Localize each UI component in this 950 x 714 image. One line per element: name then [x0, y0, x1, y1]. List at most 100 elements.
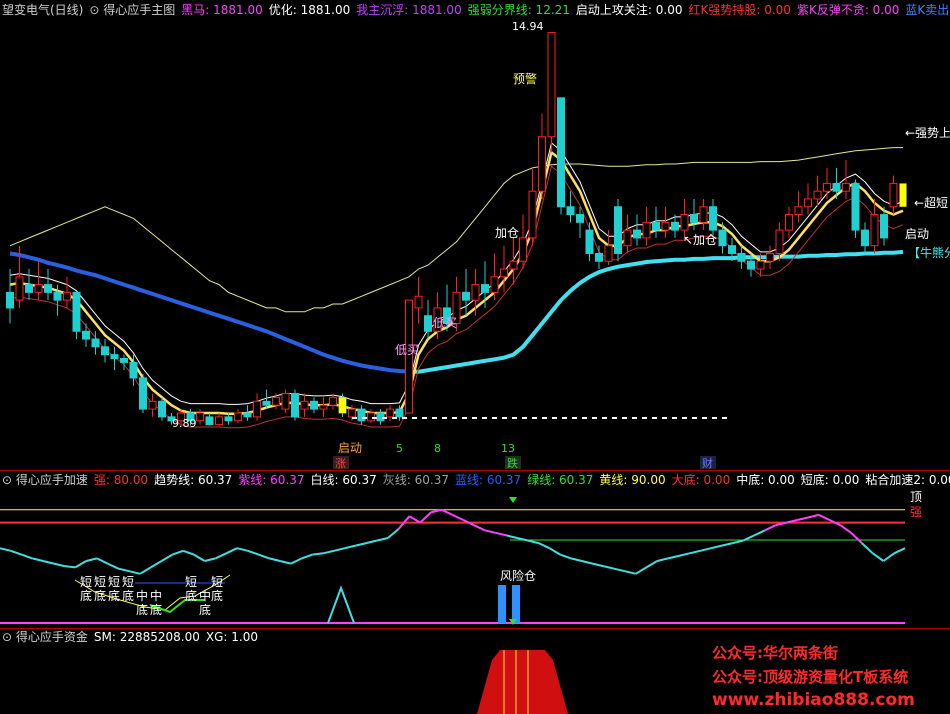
candle-body	[642, 221, 651, 239]
strong-line-label: 强	[910, 505, 922, 519]
candle-body	[471, 284, 480, 301]
candle-body	[509, 260, 518, 270]
accel-segment	[312, 552, 324, 556]
candle-body	[367, 412, 375, 422]
bottom-marker-text: 底	[108, 588, 120, 603]
candle-body	[699, 206, 708, 223]
bottom-marker-text: 短	[211, 575, 223, 589]
count-5-label: 5	[396, 442, 403, 455]
candle-body	[139, 377, 147, 410]
bottom-marker-text: 底	[185, 588, 197, 603]
rise-tag: 涨	[335, 457, 346, 470]
candle-body	[44, 284, 52, 293]
candle-body	[870, 214, 879, 247]
header-item: 白线: 60.37	[311, 472, 377, 487]
candle-body	[519, 237, 527, 262]
bottom-marker-text: 短	[108, 575, 120, 589]
candle-body	[851, 182, 860, 231]
candle-body	[718, 229, 727, 247]
candle-body	[395, 408, 404, 418]
candle-body	[120, 358, 128, 363]
candle-body	[490, 276, 499, 293]
accel-panel-header: ⊙ 得心应手加速 强: 80.00 趋势线: 60.37 紫线: 60.37 白线: 6…	[2, 472, 950, 487]
bottom-marker-text: 底	[199, 602, 211, 617]
header-item: 蓝线: 60.37	[455, 473, 521, 487]
candle-body	[690, 214, 698, 223]
header-item: 灰线: 60.37	[383, 473, 449, 487]
candle-body	[576, 214, 584, 223]
candle-body	[414, 295, 423, 309]
candle-body	[148, 400, 157, 410]
candle-body	[53, 291, 62, 301]
header-item: ⊙ 得心应手主图	[89, 2, 175, 17]
start-label-2: 启动	[905, 227, 929, 241]
risk-bar	[498, 585, 506, 623]
header-item: ⊙ 得心应手加速	[2, 472, 88, 487]
candle-body	[633, 229, 641, 239]
chart-canvas: 望变电气(日线) ⊙ 得心应手主图 黑马: 1881.00 优化: 1881.00 我主…	[0, 0, 950, 714]
candle-body	[585, 229, 594, 254]
candle-body	[604, 245, 613, 262]
candle-body	[880, 214, 888, 239]
candle-body	[25, 284, 33, 293]
bottom-marker-text: 底	[94, 588, 106, 603]
candle-body	[566, 206, 575, 216]
candle-body	[557, 97, 565, 208]
bull-bear-label: 【牛熊分	[908, 245, 950, 260]
candle-body	[728, 245, 736, 254]
candle-body	[91, 338, 100, 348]
candle-body	[376, 412, 385, 422]
candle-body	[462, 291, 470, 301]
header-item: 强: 80.00	[94, 473, 148, 487]
header-item: SM: 22885208.00	[94, 630, 200, 644]
fall-tag: 跌	[507, 456, 518, 470]
candle-body	[500, 268, 508, 278]
candle-body	[775, 229, 784, 254]
candle-body	[652, 221, 660, 231]
watermark-1: 公众号:华尔两条街	[712, 644, 838, 662]
add-position-label-1: 加仓	[495, 226, 519, 240]
count-8-label: 8	[434, 442, 441, 455]
candle-body	[101, 346, 109, 356]
header-item: 黄线: 90.00	[599, 473, 665, 487]
accel-segment	[64, 565, 76, 569]
candle-body	[680, 214, 689, 231]
candle-body	[215, 416, 223, 426]
candle-body	[766, 252, 774, 262]
header-item: 紫线: 60.37	[238, 473, 304, 487]
candle-body	[386, 408, 394, 418]
count-13-label: 13	[501, 442, 515, 455]
add-position-label-2: ↖加仓	[683, 233, 717, 247]
candle-body	[861, 229, 869, 247]
bottom-marker-text: 短	[94, 575, 106, 589]
candle-body	[6, 291, 14, 309]
candle-body	[737, 252, 746, 262]
header-item: 大底: 0.00	[672, 472, 731, 487]
candle-body	[785, 214, 793, 231]
bottom-marker-text: 短	[122, 575, 134, 589]
candle-body	[842, 182, 850, 192]
candle-body	[63, 291, 71, 301]
start-box	[899, 183, 907, 207]
bottom-marker-text: 底	[150, 602, 162, 617]
bottom-marker-text: 短	[80, 575, 92, 589]
bottom-marker-text: 中	[199, 588, 211, 603]
header-item: 红K强势持股: 0.00	[689, 2, 791, 17]
risk-position-label: 风险仓	[500, 568, 536, 583]
header-item: 绿线: 60.37	[527, 472, 593, 487]
candle-body	[747, 260, 755, 270]
candle-body	[253, 400, 261, 418]
candle-body	[262, 400, 271, 406]
header-item: XG: 1.00	[206, 630, 258, 644]
bottom-marker-text: 中	[150, 588, 162, 603]
candle-body	[794, 206, 803, 216]
low-buy-label-1: 低买	[433, 316, 457, 330]
finance-tag: 财	[702, 456, 713, 470]
candle-body	[205, 416, 214, 426]
header-item: 中底: 0.00	[736, 472, 795, 487]
candle-body	[595, 252, 603, 262]
candle-body	[528, 190, 537, 239]
candle-body	[823, 182, 831, 192]
header-item: 趋势线: 60.37	[154, 473, 232, 487]
candle-body	[234, 412, 242, 422]
